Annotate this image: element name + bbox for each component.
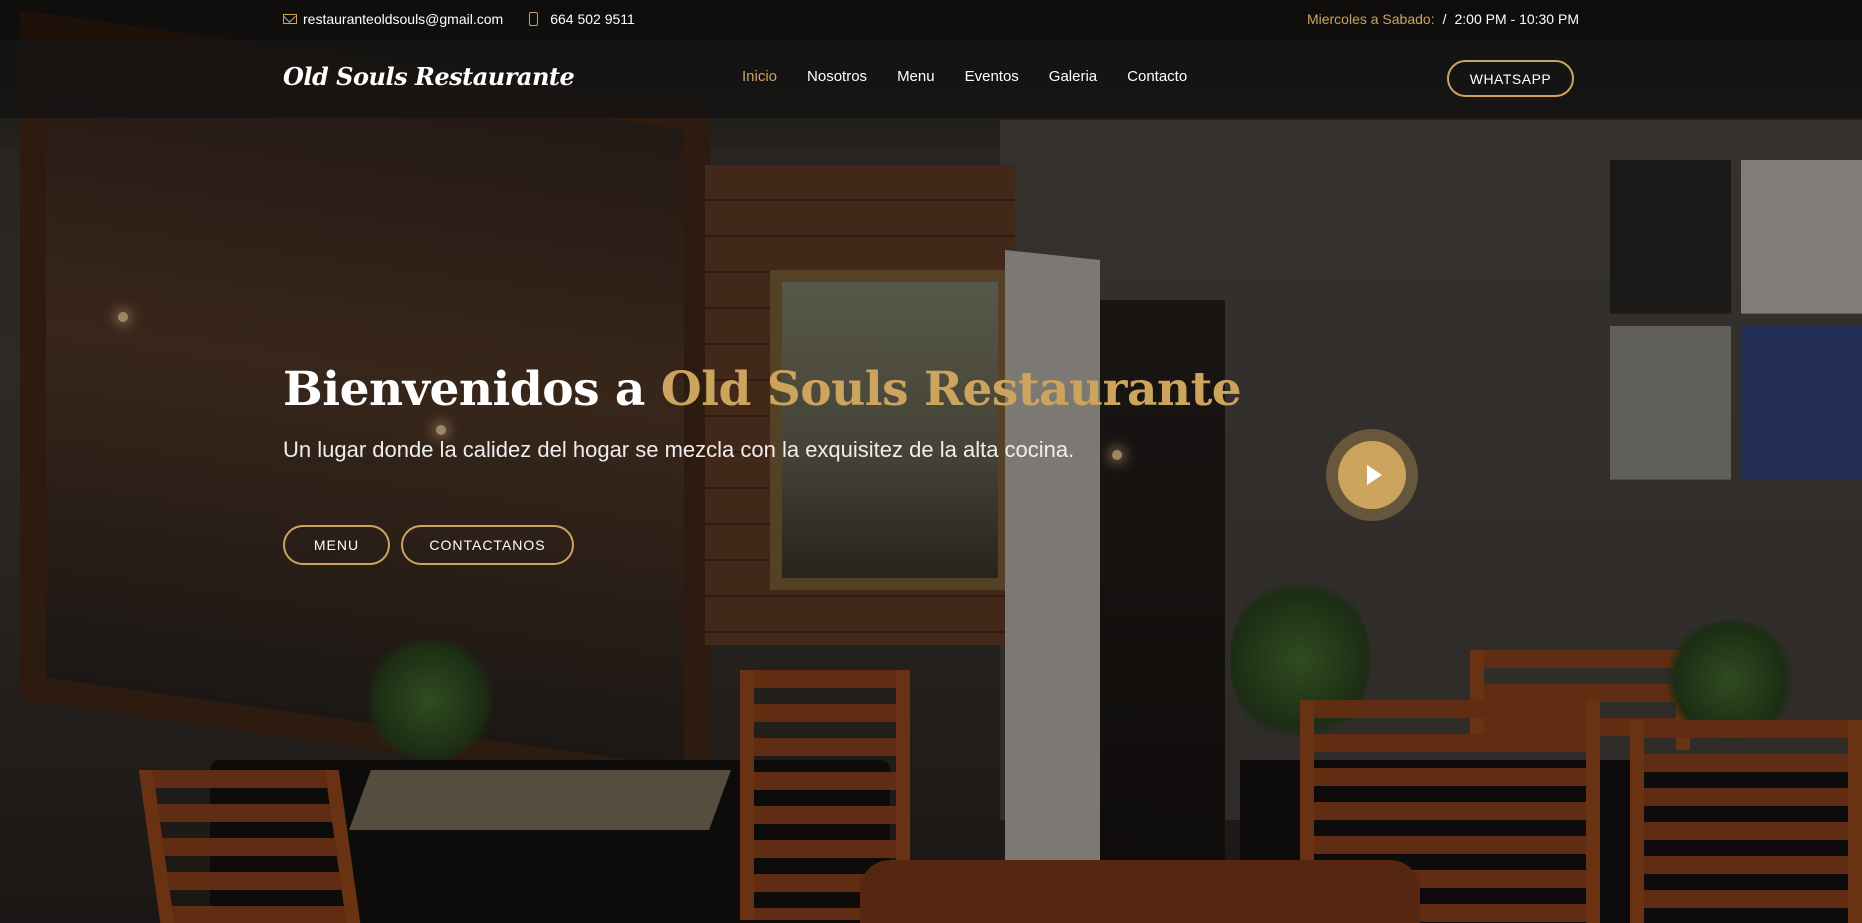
contact-button[interactable]: CONTACTANOS (401, 525, 574, 565)
nav-item-nosotros[interactable]: Nosotros (807, 68, 867, 85)
nav-item-contacto[interactable]: Contacto (1127, 68, 1187, 85)
play-button-inner[interactable] (1338, 441, 1406, 509)
phone-text[interactable]: 664 502 9511 (550, 11, 635, 27)
hours-time: 2:00 PM - 10:30 PM (1454, 11, 1579, 27)
site-logo[interactable]: Old Souls Restaurante (283, 62, 575, 91)
nav-item-eventos[interactable]: Eventos (965, 68, 1019, 85)
top-bar: restauranteoldsouls@gmail.com 664 502 95… (0, 0, 1862, 40)
main-nav: Inicio Nosotros Menu Eventos Galeria Con… (742, 68, 1187, 85)
phone-contact[interactable]: 664 502 9511 (529, 11, 635, 27)
hero-subtitle: Un lugar donde la calidez del hogar se m… (283, 437, 1075, 462)
hero-buttons: MENU CONTACTANOS (283, 525, 574, 565)
nav-item-galeria[interactable]: Galeria (1049, 68, 1097, 85)
menu-button[interactable]: MENU (283, 525, 390, 565)
hero-title: Bienvenidos a Old Souls Restaurante (283, 362, 1242, 417)
nav-item-inicio[interactable]: Inicio (742, 68, 777, 85)
nav-item-menu[interactable]: Menu (897, 68, 935, 85)
opening-hours: Miercoles a Sabado: / 2:00 PM - 10:30 PM (1307, 11, 1579, 27)
hours-separator: / (1442, 11, 1447, 27)
envelope-icon (283, 14, 297, 24)
whatsapp-button[interactable]: WHATSAPP (1447, 60, 1574, 97)
hours-days: Miercoles a Sabado: (1306, 11, 1435, 27)
contact-info: restauranteoldsouls@gmail.com 664 502 95… (283, 11, 635, 27)
video-play-button[interactable] (1326, 429, 1418, 521)
play-icon (1367, 465, 1382, 485)
email-text[interactable]: restauranteoldsouls@gmail.com (303, 11, 503, 27)
site-header: Old Souls Restaurante Inicio Nosotros Me… (0, 40, 1862, 118)
phone-icon (529, 12, 539, 26)
hero-title-accent: Old Souls Restaurante (660, 362, 1242, 417)
email-contact[interactable]: restauranteoldsouls@gmail.com (283, 11, 503, 27)
hero-title-prefix: Bienvenidos a (283, 362, 645, 417)
